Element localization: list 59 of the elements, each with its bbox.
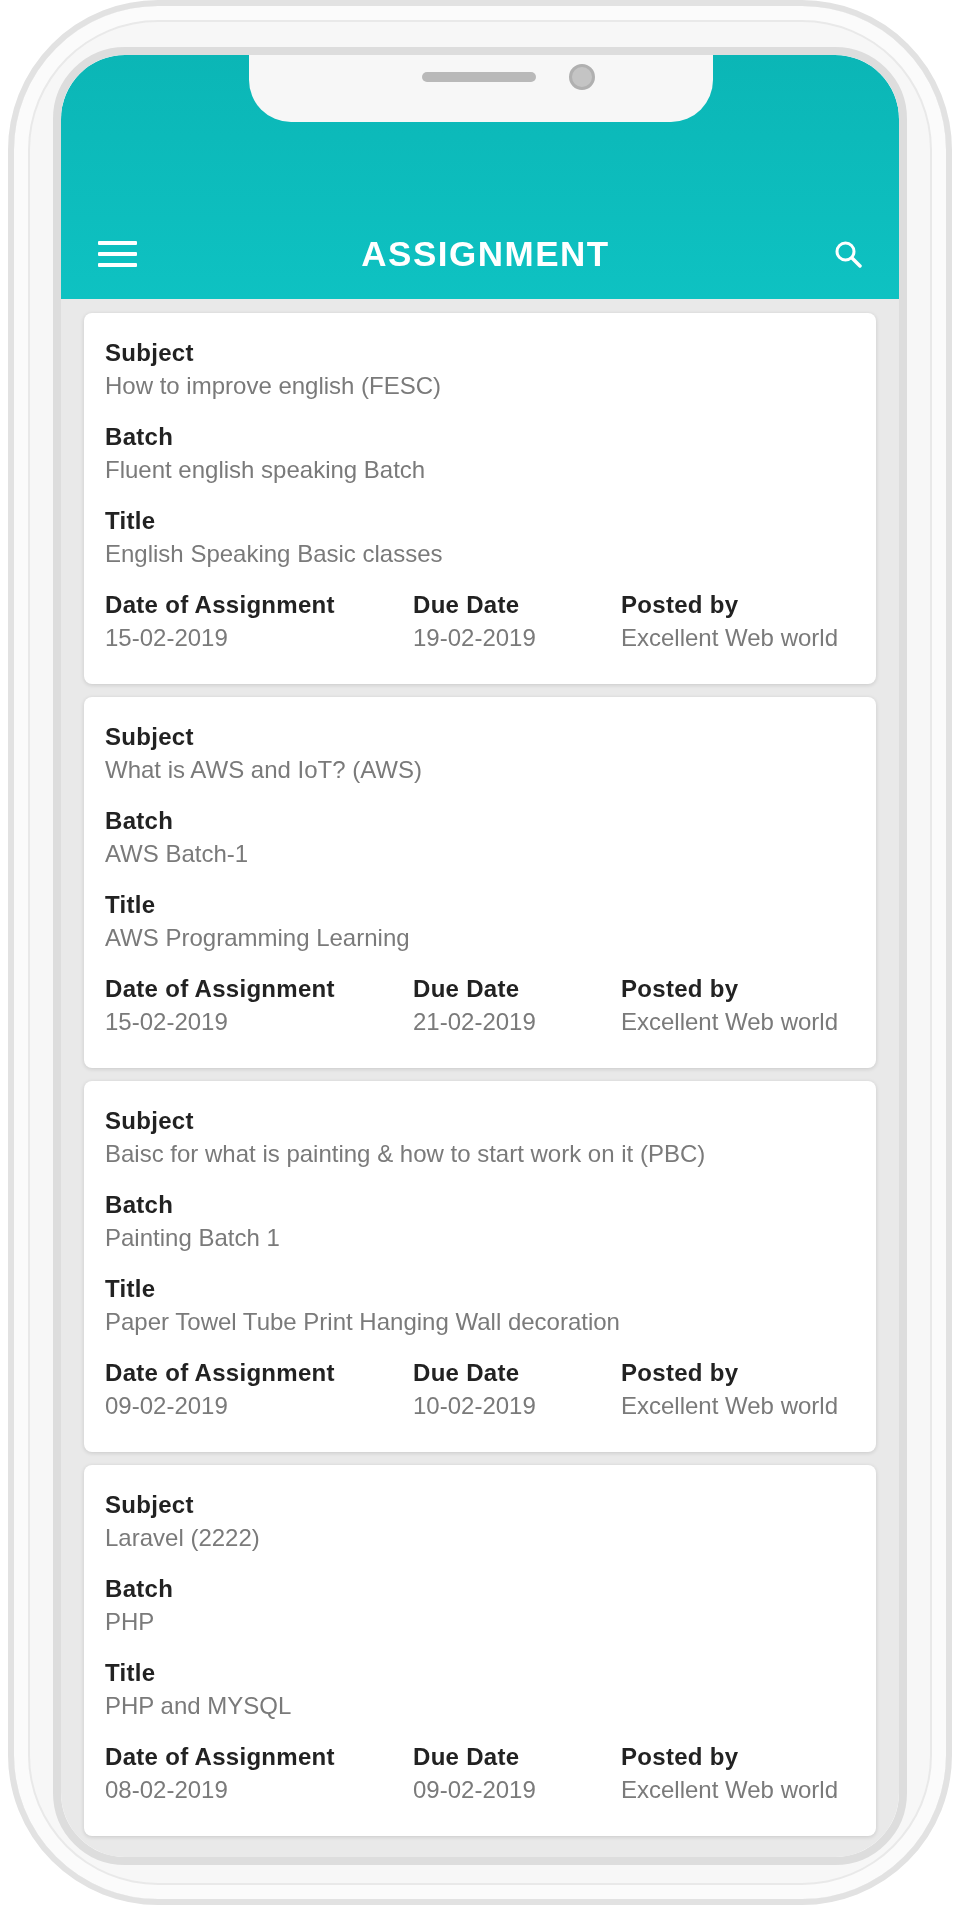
field-label: Batch (105, 1575, 175, 1603)
field-label: Date of Assignment (105, 975, 336, 1003)
field-label: Due Date (413, 1359, 521, 1387)
field-label: Title (105, 891, 157, 919)
field-value: Laravel (2222) (105, 1524, 261, 1552)
field-label: Date of Assignment (105, 1359, 336, 1387)
menu-button[interactable] (98, 240, 137, 268)
field-value: English Speaking Basic classes (105, 540, 444, 568)
field-value: 09-02-2019 (105, 1392, 229, 1420)
field-label: Due Date (413, 975, 521, 1003)
field-value: AWS Batch-1 (105, 840, 250, 868)
field-value: PHP and MYSQL (105, 1692, 293, 1720)
search-button[interactable] (834, 240, 862, 268)
field-label: Posted by (621, 1743, 740, 1771)
field-value: 15-02-2019 (105, 1008, 229, 1036)
assignment-card[interactable]: Subject What is AWS and IoT? (AWS) Batch AWS Batch-1 Title AWS Programming Learning Date of Assignment 15-02-2019 Due Date 21-02-2019 Posted by Excellent Web world (84, 697, 876, 1068)
field-label: Title (105, 507, 157, 535)
field-value: 08-02-2019 (105, 1776, 229, 1804)
field-label: Batch (105, 423, 175, 451)
field-label: Due Date (413, 1743, 521, 1771)
field-label: Date of Assignment (105, 1743, 336, 1771)
assignment-card[interactable] (84, 1081, 876, 1452)
menu-icon (98, 240, 137, 268)
assignment-card[interactable]: Subject Laravel (2222) Batch PHP Title PHP and MYSQL Date of Assignment 08-02-2019 Due Date 09-02-2019 Posted by Excellent Web world (84, 1465, 876, 1836)
field-value: Excellent Web world (621, 1776, 839, 1804)
camera-icon (569, 64, 595, 90)
field-label: Posted by (621, 591, 740, 619)
field-value: Excellent Web world (621, 1392, 839, 1420)
speaker-icon (422, 72, 536, 82)
field-value: AWS Programming Learning (105, 924, 411, 952)
assignment-card[interactable]: Subject How to improve english (FESC) Batch Fluent english speaking Batch Title English Speaking Basic classes Date of Assignment 15-02-2019 Due Date 19-02-2019 Posted by Excellent Web world (84, 313, 876, 684)
field-value: Fluent english speaking Batch (105, 456, 427, 484)
field-label: Batch (105, 807, 175, 835)
screen-title: ASSIGNMENT (361, 234, 610, 274)
field-value: 10-02-2019 (413, 1392, 537, 1420)
field-label: Due Date (413, 591, 521, 619)
field-value: PHP (105, 1608, 156, 1636)
field-value: Baisc for what is painting & how to start work on it (PBC) (105, 1140, 707, 1168)
field-label: Batch (105, 1191, 175, 1219)
field-value: Paper Towel Tube Print Hanging Wall decoration (105, 1308, 621, 1336)
field-value: 19-02-2019 (413, 624, 537, 652)
field-value: What is AWS and IoT? (AWS) (105, 756, 423, 784)
field-label: Posted by (621, 1359, 740, 1387)
field-value: Excellent Web world (621, 624, 839, 652)
field-value: 15-02-2019 (105, 624, 229, 652)
field-label: Title (105, 1275, 157, 1303)
field-label: Subject (105, 1491, 195, 1519)
field-label: Subject (105, 339, 195, 367)
search-icon (834, 240, 862, 268)
field-label: Subject (105, 723, 195, 751)
field-value: 21-02-2019 (413, 1008, 537, 1036)
field-value: How to improve english (FESC) (105, 372, 443, 400)
field-value: Painting Batch 1 (105, 1224, 281, 1252)
field-label: Posted by (621, 975, 740, 1003)
field-label: Subject (105, 1107, 195, 1135)
field-label: Title (105, 1659, 157, 1687)
field-value: 09-02-2019 (413, 1776, 537, 1804)
field-value: Excellent Web world (621, 1008, 839, 1036)
field-label: Date of Assignment (105, 591, 336, 619)
